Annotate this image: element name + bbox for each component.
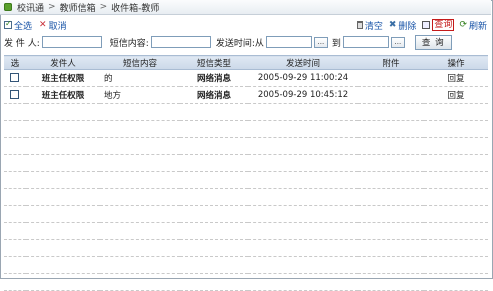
- col-header-content[interactable]: 短信内容: [100, 55, 180, 70]
- date-from-input[interactable]: [265, 36, 312, 48]
- row-sender: 班主任权限: [26, 69, 100, 87]
- date-from-picker-button[interactable]: ...: [313, 36, 328, 48]
- query-label: 查询: [434, 20, 453, 30]
- content-label: 短信内容:: [109, 38, 149, 49]
- col-header-time[interactable]: 发送时间: [248, 55, 358, 70]
- breadcrumb-item-app[interactable]: 校讯通: [17, 1, 44, 14]
- delete-button[interactable]: ✖ 删除: [389, 19, 417, 32]
- trash-icon: [356, 21, 363, 29]
- row-time: 2005-09-29 10:45:12: [248, 86, 358, 104]
- refresh-label: 刷新: [468, 21, 487, 32]
- message-table: 选 发件人 短信内容 短信类型 发送时间 附件 操作 班主任权限 的 网络消息 …: [4, 55, 488, 291]
- time-label: 发送时间:从: [215, 38, 264, 49]
- refresh-icon: ⟳: [459, 19, 467, 30]
- table-header-row: 选 发件人 短信内容 短信类型 发送时间 附件 操作: [4, 55, 488, 70]
- empty-row: [4, 154, 488, 172]
- col-header-type[interactable]: 短信类型: [180, 55, 248, 70]
- row-type: 网络消息: [180, 86, 248, 104]
- col-header-sender[interactable]: 发件人: [26, 55, 100, 70]
- row-content[interactable]: 地方: [100, 86, 180, 104]
- breadcrumb-separator: >: [48, 2, 56, 12]
- sender-input[interactable]: [41, 36, 102, 48]
- col-header-attachment: 附件: [358, 55, 424, 70]
- content-input[interactable]: [150, 36, 211, 48]
- checkbox-icon: [4, 19, 12, 29]
- empty-row: [4, 205, 488, 223]
- row-attachment: [358, 86, 424, 104]
- col-header-action: 操作: [424, 55, 488, 70]
- empty-row: [4, 137, 488, 155]
- query-toggle-button[interactable]: 查询: [432, 19, 455, 31]
- row-time: 2005-09-29 11:00:24: [248, 69, 358, 87]
- breadcrumb-item-mailbox[interactable]: 教师信箱: [60, 1, 96, 14]
- empty-row: [4, 171, 488, 189]
- clear-button[interactable]: 清空: [356, 19, 383, 32]
- reply-link[interactable]: 回复: [424, 86, 488, 104]
- reply-link[interactable]: 回复: [424, 69, 488, 87]
- cancel-label: 取消: [48, 21, 67, 32]
- empty-row: [4, 273, 488, 291]
- app-home-icon: [4, 3, 12, 11]
- row-type: 网络消息: [180, 69, 248, 87]
- empty-row: [4, 256, 488, 274]
- breadcrumb: 校讯通 > 教师信箱 > 收件箱-教师: [0, 0, 491, 15]
- sender-label: 发 件 人:: [4, 38, 40, 49]
- delete-icon: ✖: [388, 19, 397, 30]
- row-content[interactable]: 的: [100, 69, 180, 87]
- row-checkbox[interactable]: [10, 90, 19, 99]
- toolbar: 全选 ✕ 取消 清空 ✖ 删除 查询 ⟳ 刷新: [0, 18, 491, 32]
- select-all-label: 全选: [14, 21, 33, 32]
- breadcrumb-separator: >: [99, 2, 108, 12]
- search-bar: 发 件 人: 短信内容: 发送时间:从 ... 到 ... 查 询: [0, 34, 491, 50]
- empty-row: [4, 239, 488, 257]
- date-to-picker-button[interactable]: ...: [390, 36, 405, 48]
- table-row[interactable]: 班主任权限 地方 网络消息 2005-09-29 10:45:12 回复: [4, 86, 488, 104]
- close-icon: ✕: [39, 19, 47, 30]
- clear-label: 清空: [364, 21, 383, 32]
- empty-row: [4, 188, 488, 206]
- cancel-button[interactable]: ✕ 取消: [39, 19, 67, 32]
- to-label: 到: [331, 38, 341, 49]
- search-icon[interactable]: [422, 21, 431, 29]
- delete-label: 删除: [398, 21, 417, 32]
- date-to-input[interactable]: [342, 36, 389, 48]
- row-attachment: [358, 69, 424, 87]
- table-row[interactable]: 班主任权限 的 网络消息 2005-09-29 11:00:24 回复: [4, 69, 488, 87]
- empty-row: [4, 120, 488, 138]
- select-all-button[interactable]: 全选: [4, 19, 32, 32]
- query-button[interactable]: 查 询: [414, 34, 452, 50]
- row-checkbox[interactable]: [10, 73, 19, 82]
- empty-row: [4, 103, 488, 121]
- refresh-button[interactable]: ⟳ 刷新: [459, 19, 487, 32]
- empty-row: [4, 222, 488, 240]
- col-header-select: 选: [4, 55, 26, 70]
- breadcrumb-item-inbox: 收件箱-教师: [111, 3, 160, 14]
- row-sender: 班主任权限: [26, 86, 100, 104]
